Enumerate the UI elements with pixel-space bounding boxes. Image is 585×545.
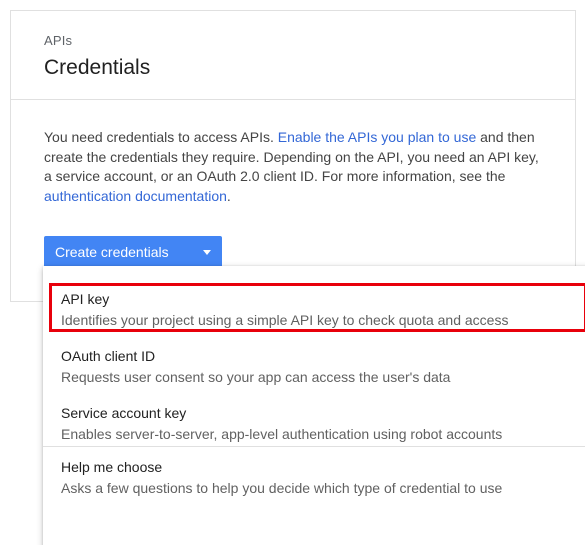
credentials-card: APIs Credentials You need credentials to… (10, 10, 576, 302)
menu-item-description: Identifies your project using a simple A… (61, 312, 509, 328)
menu-item-description: Requests user consent so your app can ac… (61, 369, 451, 385)
enable-apis-link[interactable]: Enable the APIs you plan to use (278, 129, 476, 145)
card-header: APIs Credentials (11, 11, 575, 100)
menu-item-description: Asks a few questions to help you decide … (61, 480, 503, 496)
menu-item-title: Service account key (61, 405, 187, 421)
menu-divider (43, 446, 585, 447)
create-credentials-label: Create credentials (55, 244, 169, 260)
page-title: Credentials (44, 56, 151, 79)
menu-item-api-key[interactable]: API key Identifies your project using a … (43, 291, 585, 333)
menu-item-oauth-client-id[interactable]: OAuth client ID Requests user consent so… (43, 348, 585, 390)
page: APIs Credentials You need credentials to… (0, 0, 585, 545)
intro-text-part-3: . (226, 187, 231, 204)
menu-item-title: OAuth client ID (61, 348, 156, 364)
menu-item-service-account-key[interactable]: Service account key Enables server-to-se… (43, 405, 585, 447)
authentication-docs-link[interactable]: authentication documentation (44, 188, 227, 204)
menu-item-description: Enables server-to-server, app-level auth… (61, 426, 503, 442)
create-credentials-button[interactable]: Create credentials (44, 236, 222, 268)
menu-item-title: API key (61, 291, 110, 307)
menu-item-title: Help me choose (61, 459, 163, 475)
intro-text-part-1: You need credentials to access APIs. (44, 129, 278, 145)
create-credentials-menu: API key Identifies your project using a … (43, 266, 585, 545)
intro-text: You need credentials to access APIs. Ena… (44, 128, 544, 206)
breadcrumb[interactable]: APIs (44, 33, 72, 48)
menu-item-help-me-choose[interactable]: Help me choose Asks a few questions to h… (43, 459, 585, 501)
caret-down-icon (203, 250, 211, 255)
